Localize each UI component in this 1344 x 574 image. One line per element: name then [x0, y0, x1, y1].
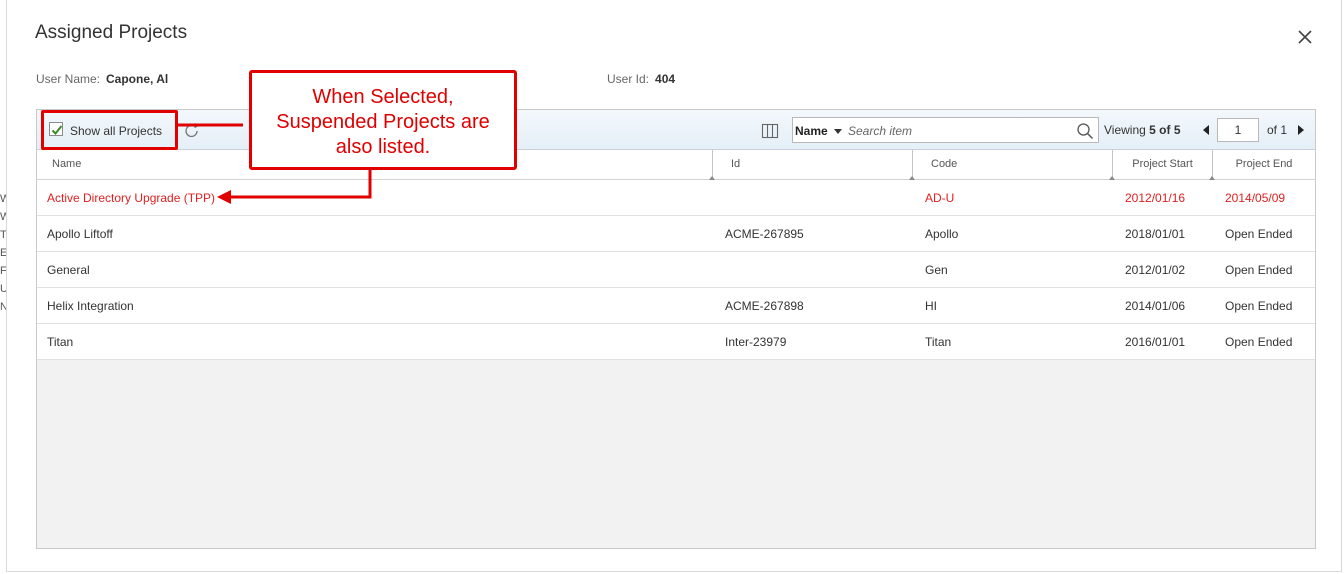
callout-line: When Selected, [312, 86, 454, 108]
arrow-line [229, 170, 372, 199]
annotation-arrows [177, 123, 372, 204]
arrow-head-icon [217, 190, 231, 204]
callout-line: Suspended Projects are [276, 111, 490, 133]
annotation-callout: When Selected, Suspended Projects are al… [249, 70, 517, 170]
assigned-projects-dialog: Assigned Projects User Name: Capone, Al U… [6, 0, 1342, 572]
callout-line: also listed. [335, 136, 431, 158]
